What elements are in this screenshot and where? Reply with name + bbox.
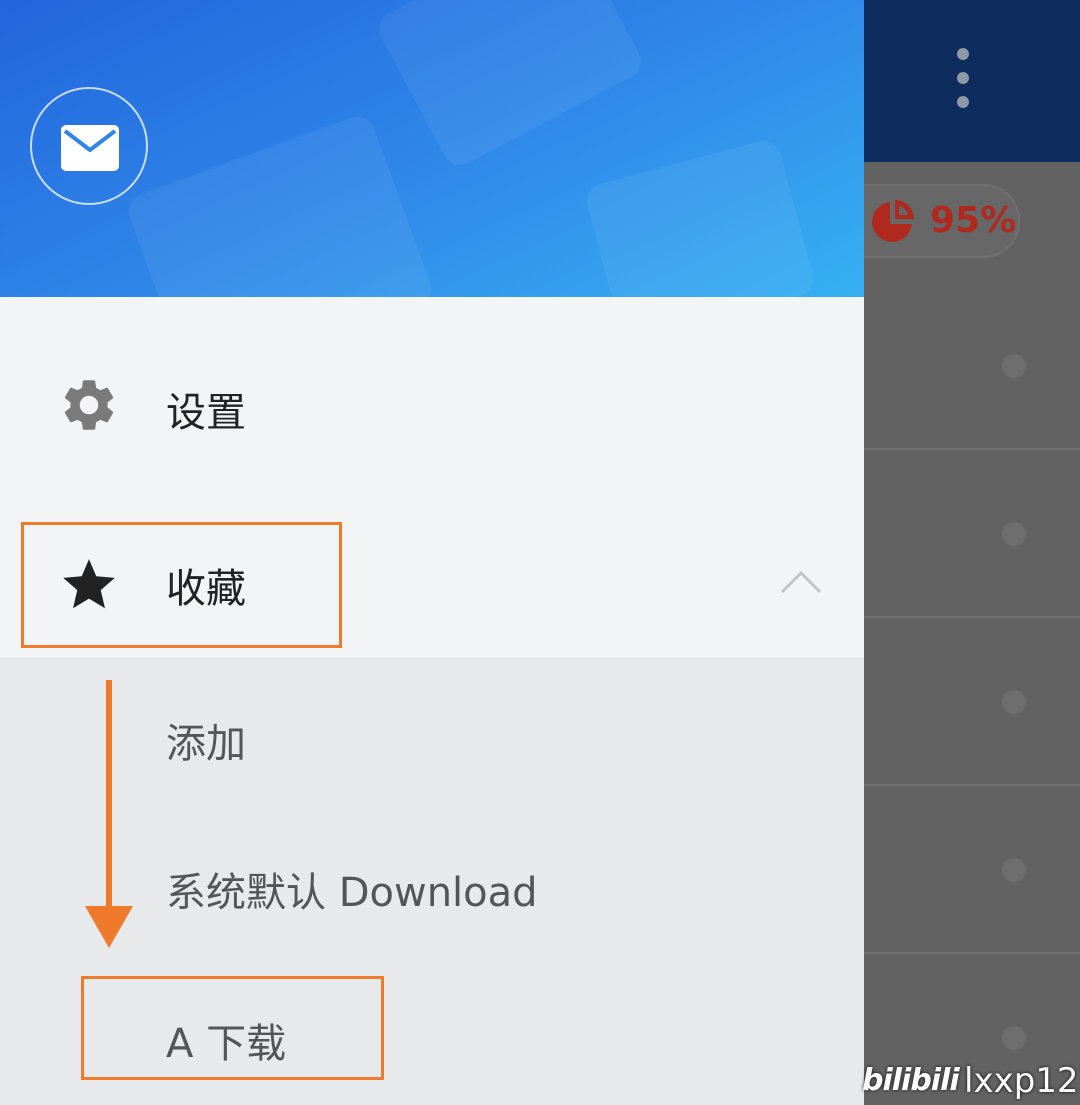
status-dot <box>1002 522 1026 546</box>
storage-percentage: 95% <box>930 200 1017 241</box>
status-dot <box>1002 858 1026 882</box>
watermark-username: lxxp127 <box>964 1061 1080 1101</box>
menu-item-settings-label: 设置 <box>166 390 246 436</box>
chevron-up-icon[interactable] <box>778 566 824 596</box>
pie-chart-icon <box>872 200 914 242</box>
status-dot <box>1002 1026 1026 1050</box>
annotation-highlight-favorites <box>21 522 342 648</box>
more-vertical-icon[interactable] <box>938 40 988 120</box>
gear-icon <box>64 380 114 430</box>
watermark: bilibili lxxp127 <box>860 1055 1080 1105</box>
drawer-header <box>0 0 864 297</box>
status-dot <box>1002 354 1026 378</box>
submenu-item-label: 系统默认 Download <box>166 870 538 916</box>
annotation-arrow <box>85 680 133 948</box>
status-dot <box>1002 690 1026 714</box>
annotation-highlight-a-download <box>81 976 384 1080</box>
menu-item-settings[interactable]: 设置 <box>0 330 864 480</box>
mail-icon <box>61 125 119 171</box>
account-avatar[interactable] <box>30 87 148 205</box>
submenu-item-label: 添加 <box>166 721 246 767</box>
bilibili-logo: bilibili <box>862 1063 960 1098</box>
storage-usage-chip[interactable]: 95% <box>850 184 1020 258</box>
